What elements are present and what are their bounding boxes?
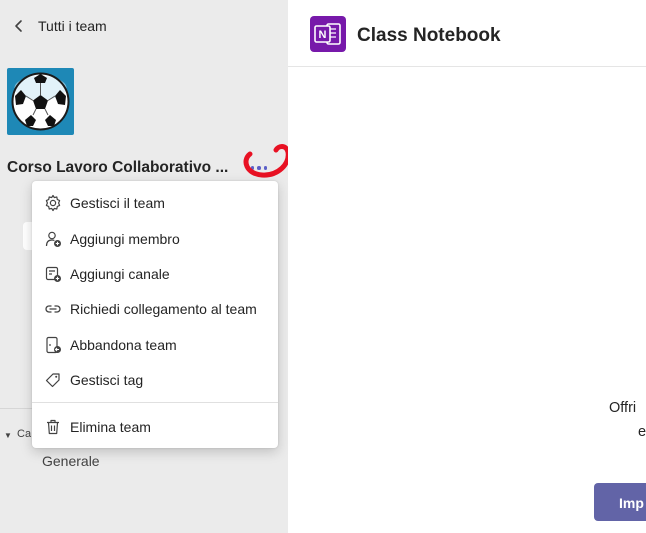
- dot: [257, 166, 261, 170]
- onenote-icon: N: [310, 16, 346, 52]
- menu-label: Gestisci il team: [70, 195, 165, 211]
- menu-label: Gestisci tag: [70, 372, 144, 388]
- svg-text:N: N: [319, 29, 327, 41]
- main-pane: N Class Notebook Offri e Imp: [288, 0, 646, 533]
- add-person-icon: [45, 231, 61, 247]
- menu-label: Aggiungi canale: [70, 266, 170, 282]
- menu-item-add-channel[interactable]: Aggiungi canale: [32, 258, 278, 290]
- chevron-left-icon: [15, 20, 22, 32]
- back-label: Tutti i team: [38, 18, 107, 34]
- app-header: N Class Notebook: [288, 0, 646, 67]
- menu-label: Aggiungi membro: [70, 231, 180, 247]
- soccer-ball-icon: [11, 72, 70, 131]
- menu-item-delete-team[interactable]: Elimina team: [32, 411, 278, 443]
- menu-label: Elimina team: [70, 419, 151, 435]
- team-avatar: [7, 68, 74, 135]
- menu-item-manage-team[interactable]: Gestisci il team: [32, 187, 278, 219]
- setup-button[interactable]: Imp: [594, 483, 646, 521]
- caret-down-icon[interactable]: ▼: [4, 431, 12, 440]
- menu-item-get-link[interactable]: Richiedi collegamento al team: [32, 293, 278, 325]
- trash-icon: [47, 419, 59, 435]
- more-options-button[interactable]: [248, 159, 270, 177]
- leave-icon: [46, 336, 61, 354]
- dot: [263, 166, 268, 170]
- team-name: Corso Lavoro Collaborativo ...: [7, 159, 229, 176]
- team-context-menu: Gestisci il team Aggiungi membro Aggiung…: [32, 181, 278, 448]
- menu-item-leave-team[interactable]: Abbandona team: [32, 329, 278, 361]
- back-to-all-teams[interactable]: Tutti i team: [12, 18, 107, 34]
- offer-text-line1: Offri: [609, 400, 637, 416]
- gear-icon: [45, 194, 61, 212]
- channels-header[interactable]: Canali: [17, 428, 31, 440]
- menu-divider: [32, 402, 278, 403]
- link-icon: [45, 305, 61, 313]
- menu-item-manage-tags[interactable]: Gestisci tag: [32, 364, 278, 396]
- dot: [250, 166, 255, 170]
- menu-item-add-member[interactable]: Aggiungi membro: [32, 223, 278, 255]
- offer-text-line2: e: [638, 424, 646, 440]
- menu-label: Richiedi collegamento al team: [70, 301, 257, 317]
- channel-item-generale[interactable]: Generale: [42, 453, 100, 469]
- menu-label: Abbandona team: [70, 337, 177, 353]
- tag-icon: [45, 373, 60, 388]
- app-title: Class Notebook: [357, 25, 501, 46]
- add-channel-icon: [45, 266, 61, 282]
